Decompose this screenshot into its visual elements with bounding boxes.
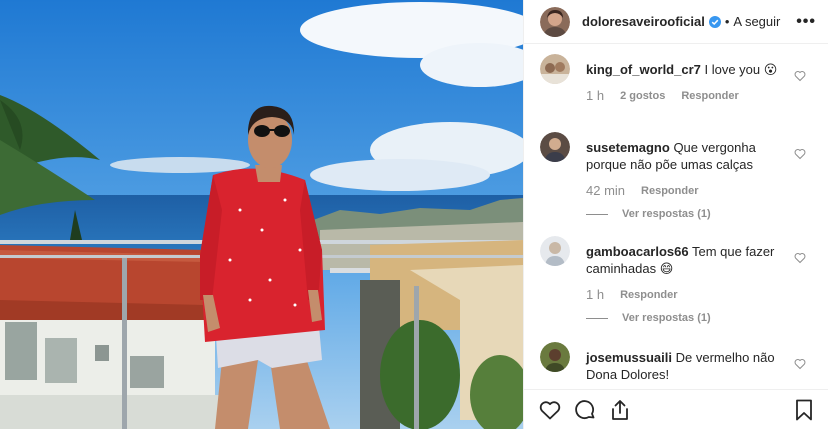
commenter-avatar[interactable]	[540, 342, 570, 372]
comment-meta: 42 min Responder	[586, 183, 788, 198]
heart-icon[interactable]	[538, 398, 562, 422]
post-side-panel: doloresaveirooficial • A seguir ••• king…	[523, 0, 828, 429]
comment-likes[interactable]: 2 gostos	[620, 90, 665, 102]
reply-button[interactable]: Responder	[620, 289, 677, 301]
commenter-username[interactable]: susetemagno	[586, 140, 670, 155]
share-icon[interactable]	[608, 398, 632, 422]
comment-text: josemussuaili De vermelho não Dona Dolor…	[586, 342, 788, 383]
view-replies-button[interactable]: Ver respostas (1)	[586, 208, 788, 220]
comment-time: 42 min	[586, 183, 626, 198]
comment-text: king_of_world_cr7 I love you 😮	[586, 54, 788, 78]
author-username[interactable]: doloresaveirooficial	[582, 14, 705, 29]
heart-icon[interactable]	[794, 70, 806, 82]
view-replies-button[interactable]: Ver respostas (1)	[586, 312, 788, 324]
commenter-username[interactable]: king_of_world_cr7	[586, 62, 701, 77]
heart-icon[interactable]	[794, 358, 806, 370]
heart-icon[interactable]	[794, 148, 806, 160]
post-header: doloresaveirooficial • A seguir •••	[524, 0, 828, 44]
header-separator: •	[724, 14, 730, 29]
commenter-avatar[interactable]	[540, 132, 570, 162]
following-button[interactable]: A seguir	[733, 14, 780, 29]
comment-body: I love you 😮	[704, 62, 778, 77]
post-photo-image	[0, 0, 523, 429]
comment-text: susetemagno Que vergonha porque não põe …	[586, 132, 788, 173]
commenter-username[interactable]: josemussuaili	[586, 350, 672, 365]
commenter-avatar[interactable]	[540, 236, 570, 266]
comment-item: josemussuaili De vermelho não Dona Dolor…	[524, 342, 828, 392]
view-replies-label: Ver respostas (1)	[622, 208, 711, 220]
commenter-avatar[interactable]	[540, 54, 570, 84]
comment-text: gamboacarlos66 Tem que fazer caminhadas …	[586, 236, 788, 277]
comment-item: gamboacarlos66 Tem que fazer caminhadas …	[524, 236, 828, 342]
verified-badge-icon	[708, 15, 721, 28]
post-actions-bar	[524, 389, 828, 429]
reply-button[interactable]: Responder	[681, 90, 738, 102]
more-options-icon[interactable]: •••	[796, 13, 816, 31]
comments-list: king_of_world_cr7 I love you 😮 1 h 2 gos…	[524, 54, 828, 392]
comment-time: 1 h	[586, 88, 605, 103]
replies-divider	[586, 213, 608, 215]
comment-item: king_of_world_cr7 I love you 😮 1 h 2 gos…	[524, 54, 828, 132]
comment-meta: 1 h Responder	[586, 287, 788, 302]
comment-time: 1 h	[586, 287, 605, 302]
heart-icon[interactable]	[794, 252, 806, 264]
view-replies-label: Ver respostas (1)	[622, 312, 711, 324]
comment-icon[interactable]	[573, 398, 597, 422]
comment-meta: 1 h 2 gostos Responder	[586, 88, 788, 103]
comment-item: susetemagno Que vergonha porque não põe …	[524, 132, 828, 236]
author-avatar[interactable]	[540, 6, 570, 37]
instagram-post-modal: doloresaveirooficial • A seguir ••• king…	[0, 0, 828, 429]
bookmark-icon[interactable]	[792, 398, 816, 422]
post-photo[interactable]	[0, 0, 523, 429]
replies-divider	[586, 317, 608, 319]
reply-button[interactable]: Responder	[641, 185, 698, 197]
commenter-username[interactable]: gamboacarlos66	[586, 244, 689, 259]
